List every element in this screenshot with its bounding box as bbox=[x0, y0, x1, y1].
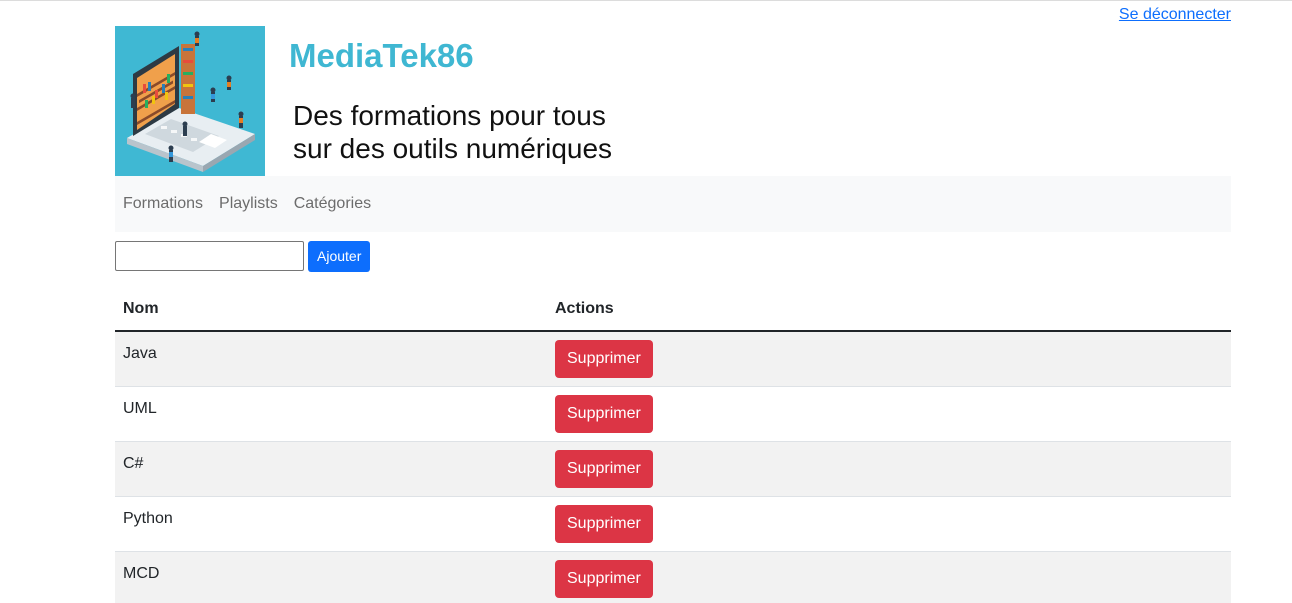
main-navbar: Formations Playlists Catégories bbox=[115, 176, 1231, 232]
table-row: MCD Supprimer bbox=[115, 551, 1231, 603]
column-header-actions: Actions bbox=[547, 288, 1231, 332]
page-container: MediaTek86 Des formations pour tous sur … bbox=[115, 26, 1231, 603]
delete-button[interactable]: Supprimer bbox=[555, 394, 653, 433]
delete-button[interactable]: Supprimer bbox=[555, 559, 653, 598]
add-category-form: Ajouter bbox=[115, 236, 1231, 276]
delete-button[interactable]: Supprimer bbox=[555, 504, 653, 543]
row-actions: Supprimer bbox=[547, 496, 1231, 552]
logo-image bbox=[115, 26, 265, 176]
table-row: C# Supprimer bbox=[115, 441, 1231, 497]
nav-formations[interactable]: Formations bbox=[123, 195, 203, 213]
table-header-row: Nom Actions bbox=[115, 288, 1231, 332]
site-subtitle: Des formations pour tous sur des outils … bbox=[293, 99, 713, 165]
table-row: Python Supprimer bbox=[115, 496, 1231, 552]
delete-button[interactable]: Supprimer bbox=[555, 449, 653, 488]
row-actions: Supprimer bbox=[547, 386, 1231, 442]
row-name: Java bbox=[115, 331, 547, 387]
row-actions: Supprimer bbox=[547, 551, 1231, 603]
nav-playlists[interactable]: Playlists bbox=[219, 195, 278, 213]
delete-button[interactable]: Supprimer bbox=[555, 340, 653, 378]
site-header: MediaTek86 Des formations pour tous sur … bbox=[115, 26, 1231, 176]
row-name: UML bbox=[115, 386, 547, 442]
row-actions: Supprimer bbox=[547, 331, 1231, 387]
row-actions: Supprimer bbox=[547, 441, 1231, 497]
nav-categories[interactable]: Catégories bbox=[294, 195, 371, 213]
row-name: MCD bbox=[115, 551, 547, 603]
table-row: Java Supprimer bbox=[115, 331, 1231, 387]
row-name: Python bbox=[115, 496, 547, 552]
subtitle-line-2: sur des outils numériques bbox=[293, 133, 613, 164]
subtitle-line-1: Des formations pour tous bbox=[293, 100, 606, 131]
row-name: C# bbox=[115, 441, 547, 497]
categories-table: Nom Actions Java Supprimer UML Supprimer… bbox=[115, 288, 1231, 603]
category-name-input[interactable] bbox=[115, 241, 304, 271]
column-header-nom: Nom bbox=[115, 288, 547, 332]
table-row: UML Supprimer bbox=[115, 386, 1231, 442]
add-button[interactable]: Ajouter bbox=[308, 240, 371, 272]
top-border bbox=[0, 0, 1292, 1]
logout-link[interactable]: Se déconnecter bbox=[1119, 6, 1231, 24]
site-title: MediaTek86 bbox=[289, 37, 474, 74]
